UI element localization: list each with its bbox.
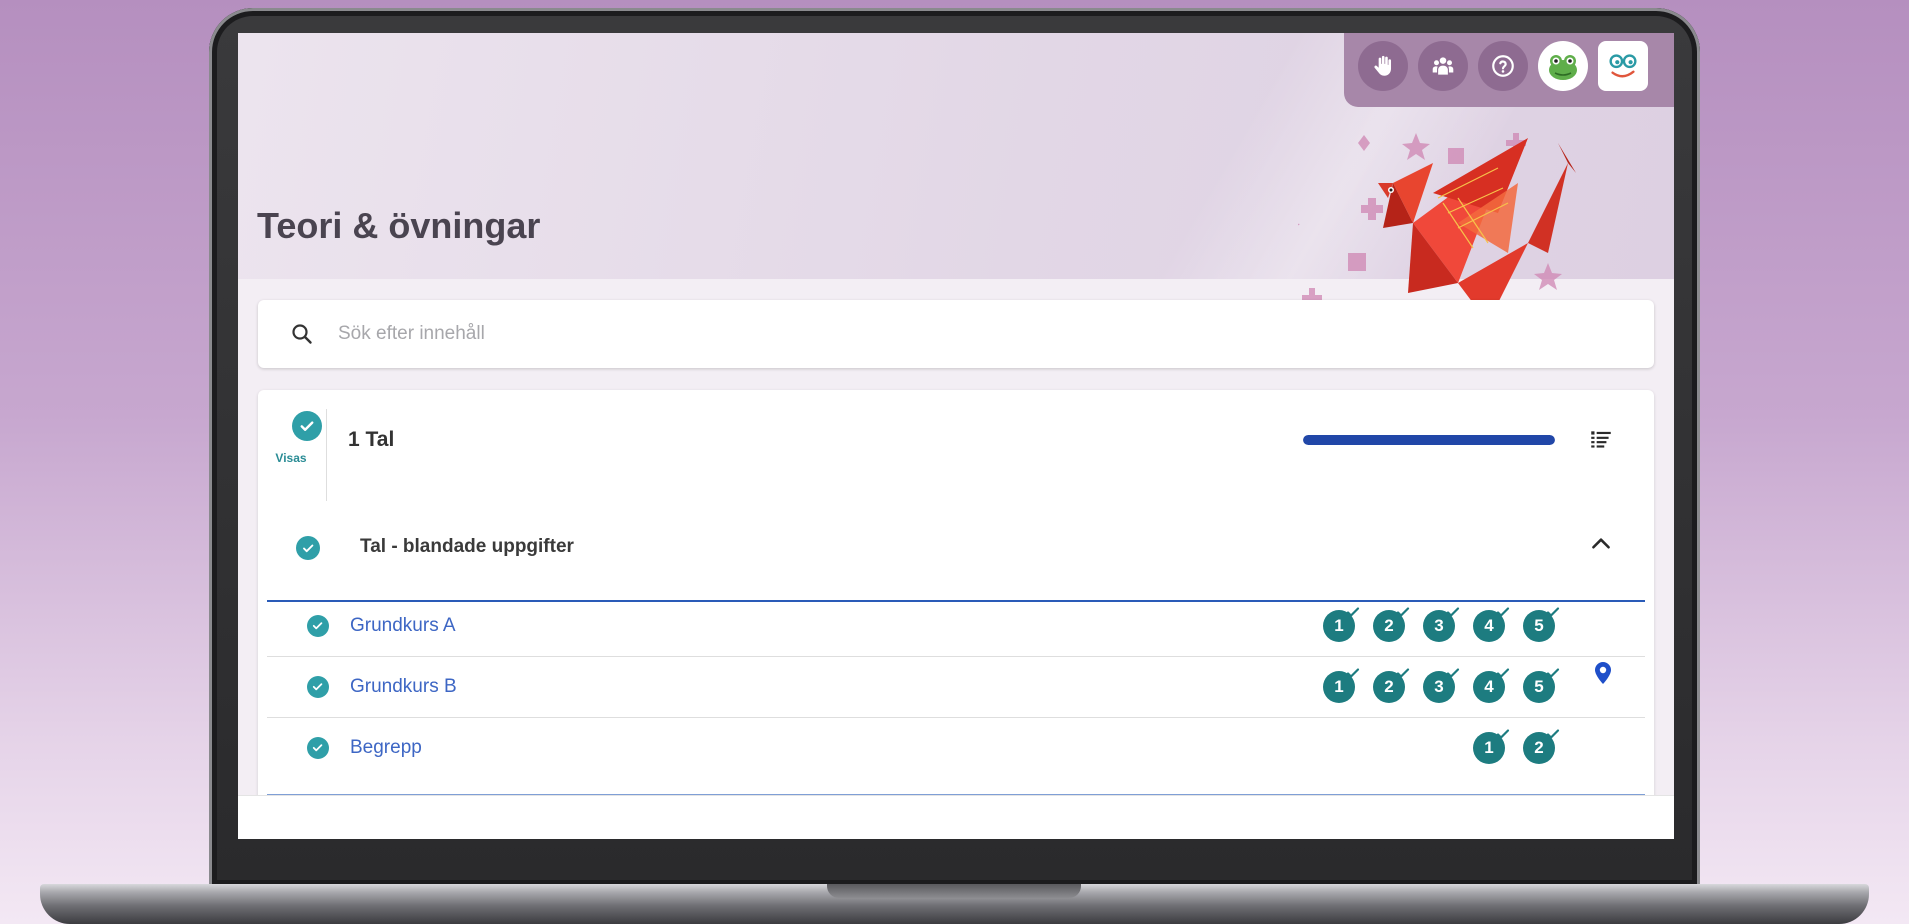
completed-tick-icon <box>1496 607 1510 617</box>
list-icon[interactable] <box>1588 427 1614 453</box>
search-input[interactable] <box>338 314 1618 354</box>
completed-tick-icon <box>1546 729 1560 739</box>
level-badge[interactable]: 1 <box>1473 729 1510 764</box>
frog-avatar-icon <box>1549 55 1577 80</box>
level-number: 4 <box>1484 616 1494 635</box>
chapter-divider <box>326 409 327 501</box>
level-number: 3 <box>1434 677 1444 696</box>
level-badge[interactable]: 3 <box>1423 607 1460 642</box>
completed-tick-icon <box>1346 607 1360 617</box>
level-number: 3 <box>1434 616 1444 635</box>
completed-tick-icon <box>1446 607 1460 617</box>
level-badge[interactable]: 5 <box>1523 607 1560 642</box>
exercise-link[interactable]: Grundkurs A <box>350 615 456 637</box>
level-badge[interactable]: 4 <box>1473 668 1510 703</box>
user-avatar-button[interactable] <box>1538 41 1588 91</box>
app-logo-button[interactable] <box>1598 41 1648 91</box>
search-bar <box>258 300 1654 368</box>
level-badge[interactable]: 1 <box>1323 607 1360 642</box>
search-icon <box>292 324 312 344</box>
page-title: Teori & övningar <box>257 205 541 246</box>
app-logo-icon <box>1609 54 1637 78</box>
level-number: 5 <box>1534 677 1544 696</box>
completed-tick-icon <box>1546 668 1560 678</box>
section-check-icon <box>296 536 320 560</box>
exercise-link[interactable]: Begrepp <box>350 737 422 759</box>
completed-tick-icon <box>1496 729 1510 739</box>
level-number: 5 <box>1534 616 1544 635</box>
group-icon <box>1432 57 1454 75</box>
chapter-status-label: Visas <box>275 451 307 465</box>
row-divider <box>267 656 1645 657</box>
level-badge[interactable]: 4 <box>1473 607 1510 642</box>
location-pin-icon <box>1595 662 1611 684</box>
level-number: 1 <box>1334 677 1344 696</box>
raise-hand-button[interactable] <box>1358 41 1408 91</box>
laptop-notch <box>827 884 1081 898</box>
level-number: 2 <box>1534 738 1544 757</box>
app-screen: Teori & övningar Sök efter innehåll Visa… <box>238 33 1674 839</box>
section-title[interactable]: Tal - blandade uppgifter <box>360 536 574 558</box>
completed-tick-icon <box>1496 668 1510 678</box>
completed-tick-icon <box>1346 668 1360 678</box>
row-check-icon <box>307 737 329 759</box>
completed-tick-icon <box>1396 607 1410 617</box>
level-badge[interactable]: 2 <box>1373 607 1410 642</box>
completed-tick-icon <box>1546 607 1560 617</box>
chapter-progress-fill <box>1303 435 1555 445</box>
chapter-progress-bar <box>1303 435 1555 445</box>
chevron-up-icon[interactable] <box>1588 531 1614 557</box>
groups-button[interactable] <box>1418 41 1468 91</box>
help-icon <box>1492 55 1514 77</box>
level-number: 1 <box>1484 738 1494 757</box>
row-divider <box>267 717 1645 718</box>
chapter-title: 1 Tal <box>348 428 395 451</box>
level-badge[interactable]: 5 <box>1523 668 1560 703</box>
level-badge[interactable]: 2 <box>1523 729 1560 764</box>
row-check-icon <box>307 676 329 698</box>
level-number: 2 <box>1384 677 1394 696</box>
help-button[interactable] <box>1478 41 1528 91</box>
top-toolbar <box>1344 33 1674 107</box>
hero-banner: Teori & övningar <box>238 33 1674 333</box>
chapter-status-check-icon[interactable] <box>292 411 322 441</box>
row-check-icon <box>307 615 329 637</box>
level-number: 2 <box>1384 616 1394 635</box>
exercise-link[interactable]: Grundkurs B <box>350 676 457 698</box>
completed-tick-icon <box>1446 668 1460 678</box>
completed-tick-icon <box>1396 668 1410 678</box>
level-number: 1 <box>1334 616 1344 635</box>
hand-icon <box>1374 55 1392 76</box>
origami-dragon-illustration <box>1298 133 1576 333</box>
section-divider <box>267 600 1645 602</box>
level-badge[interactable]: 1 <box>1323 668 1360 703</box>
level-badge[interactable]: 3 <box>1423 668 1460 703</box>
level-badge[interactable]: 2 <box>1373 668 1410 703</box>
footer-band <box>238 795 1674 839</box>
level-number: 4 <box>1484 677 1494 696</box>
